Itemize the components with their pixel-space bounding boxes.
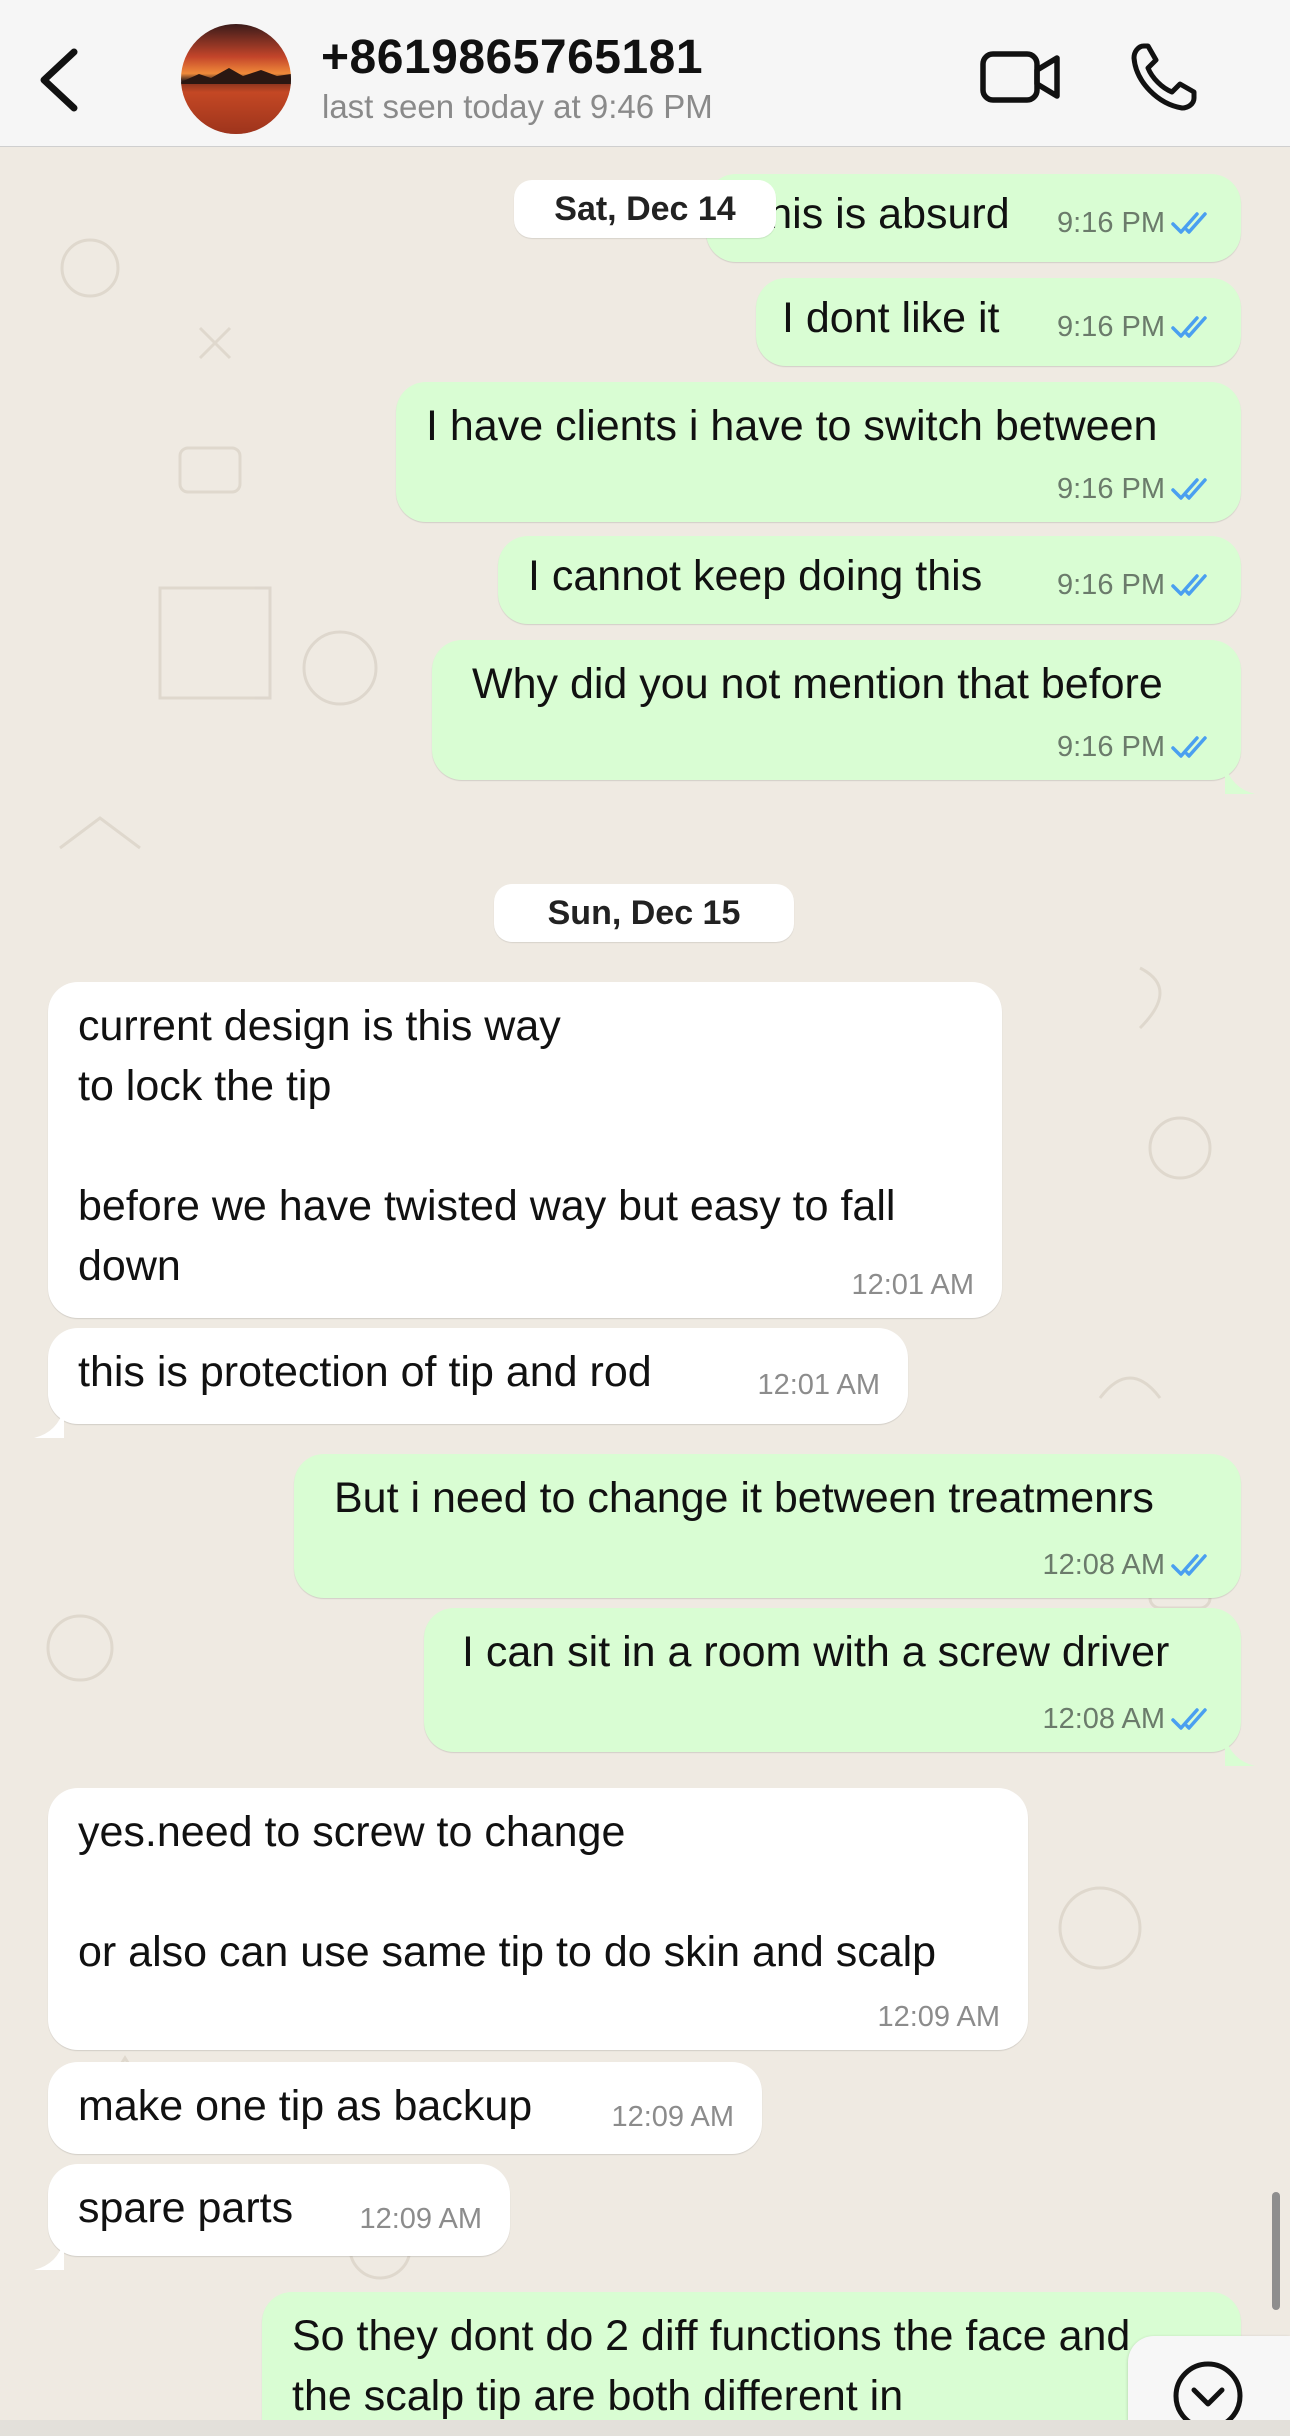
double-check-icon — [1171, 212, 1207, 234]
video-call-button[interactable] — [978, 40, 1064, 114]
message-time: 9:16 PM — [1057, 731, 1165, 763]
message-meta: 9:16 PM — [1057, 310, 1213, 344]
outgoing-message[interactable]: I dont like it 9:16 PM — [756, 278, 1241, 366]
bubble-tail — [34, 2226, 64, 2270]
message-meta: 9:16 PM — [1057, 730, 1213, 764]
phone-icon — [1131, 43, 1197, 111]
message-text: current design is this way to lock the t… — [78, 1002, 896, 1290]
message-meta: 12:08 AM — [1042, 1702, 1213, 1736]
message-time: 12:01 AM — [757, 1369, 880, 1401]
scrollbar-thumb[interactable] — [1272, 2192, 1280, 2310]
bubble-tail — [1225, 750, 1255, 794]
contact-name[interactable]: +8619865765181 — [321, 30, 703, 85]
double-check-icon — [1171, 736, 1207, 758]
voice-call-button[interactable] — [1128, 40, 1200, 114]
message-time: 9:16 PM — [1057, 311, 1165, 343]
date-separator-label: Sun, Dec 15 — [547, 893, 741, 932]
message-meta: 12:09 AM — [877, 2000, 1000, 2034]
outgoing-message[interactable]: But i need to change it between treatmen… — [294, 1454, 1241, 1598]
message-text: This is absurd — [742, 190, 1010, 238]
last-seen-status: last seen today at 9:46 PM — [322, 88, 713, 125]
message-time: 9:16 PM — [1057, 207, 1165, 239]
message-list[interactable]: Sat, Dec 14 This is absurd 9:16 PM I don… — [0, 148, 1290, 2436]
message-meta: 12:01 AM — [757, 1368, 880, 1402]
double-check-icon — [1171, 1708, 1207, 1730]
incoming-message[interactable]: make one tip as backup 12:09 AM — [48, 2062, 762, 2154]
message-meta: 9:16 PM — [1057, 568, 1213, 602]
message-time: 9:16 PM — [1057, 473, 1165, 505]
message-time: 9:16 PM — [1057, 569, 1165, 601]
chevron-left-icon — [40, 48, 78, 112]
message-time: 12:09 AM — [359, 2203, 482, 2235]
message-time: 12:09 AM — [611, 2101, 734, 2133]
date-separator: Sat, Dec 14 — [514, 180, 776, 238]
message-text: I dont like it — [782, 294, 1000, 342]
message-time: 12:01 AM — [851, 1269, 974, 1301]
message-time: 12:08 AM — [1042, 1703, 1165, 1735]
message-text: yes.need to screw to change or also can … — [78, 1808, 937, 1976]
bubble-tail — [34, 1394, 64, 1438]
message-text: I have clients i have to switch between — [426, 402, 1158, 450]
composer-edge — [0, 2420, 1290, 2436]
message-text: I can sit in a room with a screw driver — [462, 1628, 1170, 1676]
incoming-message[interactable]: spare parts 12:09 AM — [34, 2164, 510, 2270]
date-separator-label: Sat, Dec 14 — [554, 189, 736, 228]
double-check-icon — [1171, 316, 1207, 338]
outgoing-message[interactable]: Why did you not mention that before 9:16… — [432, 640, 1255, 794]
incoming-message[interactable]: current design is this way to lock the t… — [48, 982, 1002, 1318]
double-check-icon — [1171, 478, 1207, 500]
message-meta: 12:08 AM — [1042, 1548, 1213, 1582]
message-text: But i need to change it between treatmen… — [334, 1474, 1154, 1522]
back-button[interactable] — [30, 40, 90, 120]
outgoing-message[interactable]: This is absurd 9:16 PM — [706, 174, 1241, 262]
message-meta: 9:16 PM — [1057, 472, 1213, 506]
chat-header: +8619865765181 last seen today at 9:46 P… — [0, 0, 1290, 147]
outgoing-message[interactable]: I have clients i have to switch between … — [396, 382, 1241, 522]
double-check-icon — [1171, 1554, 1207, 1576]
message-meta: 9:16 PM — [1057, 206, 1213, 240]
double-check-icon — [1171, 574, 1207, 596]
avatar-image — [181, 68, 291, 134]
message-text: So they dont do 2 diff functions the fac… — [292, 2312, 1131, 2420]
message-time: 12:09 AM — [877, 2001, 1000, 2033]
incoming-message[interactable]: this is protection of tip and rod 12:01 … — [34, 1328, 908, 1438]
video-camera-icon — [980, 51, 1060, 103]
message-meta: 12:01 AM — [851, 1268, 974, 1302]
message-text: Why did you not mention that before — [472, 660, 1163, 708]
message-text: I cannot keep doing this — [528, 552, 983, 600]
incoming-message[interactable]: yes.need to screw to change or also can … — [48, 1788, 1028, 2050]
avatar[interactable] — [181, 24, 291, 134]
message-time: 12:08 AM — [1042, 1549, 1165, 1581]
outgoing-message[interactable]: I can sit in a room with a screw driver … — [424, 1608, 1255, 1766]
date-separator: Sun, Dec 15 — [494, 884, 794, 942]
outgoing-message[interactable]: So they dont do 2 diff functions the fac… — [262, 2292, 1241, 2436]
message-meta: 12:09 AM — [611, 2100, 734, 2134]
message-meta: 12:09 AM — [359, 2202, 482, 2236]
outgoing-message[interactable]: I cannot keep doing this 9:16 PM — [498, 536, 1241, 624]
bubble-tail — [1225, 1722, 1255, 1766]
